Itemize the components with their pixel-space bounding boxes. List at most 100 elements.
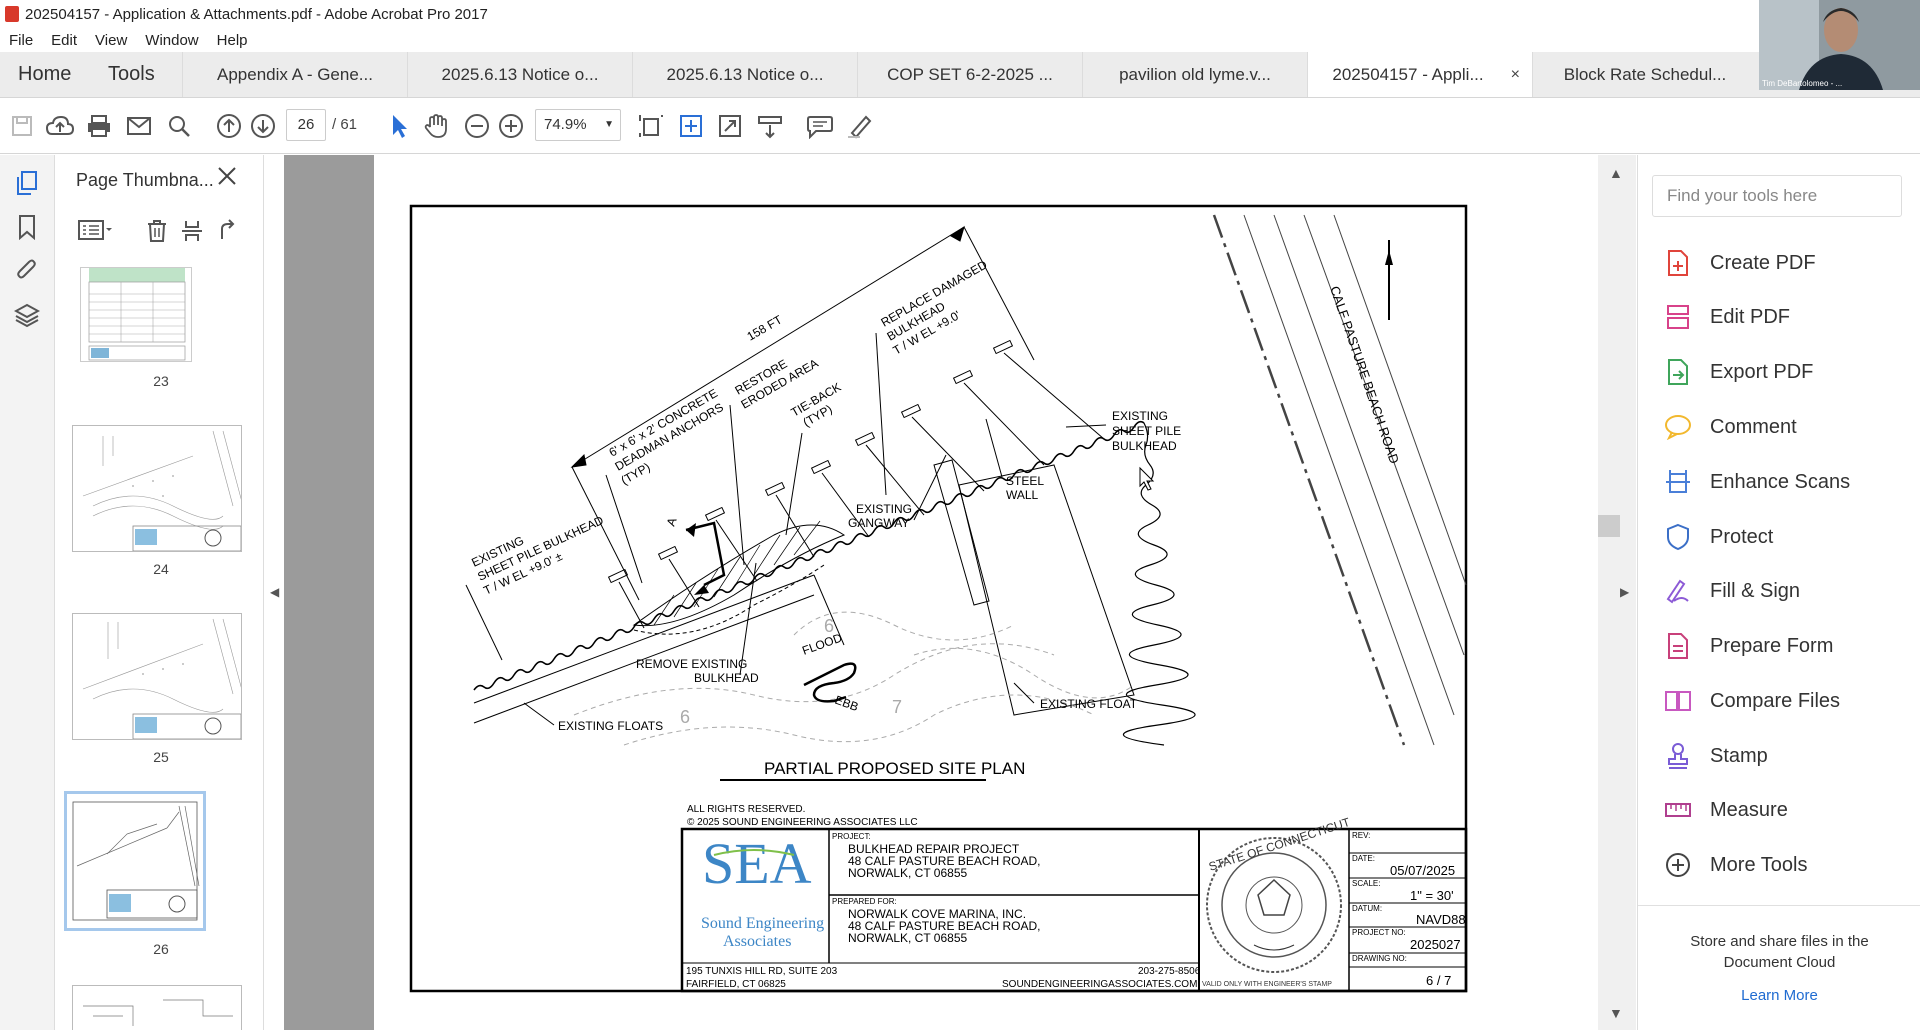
eroded-area	[632, 520, 846, 635]
document-scrollbar[interactable]: ▲ ▼	[1598, 155, 1636, 1030]
select-arrow-icon[interactable]	[385, 112, 413, 140]
learn-more-link[interactable]: Learn More	[1638, 987, 1920, 1004]
page-thumbnail[interactable]	[72, 425, 242, 552]
tools-pane: Find your tools here Create PDF Edit PDF…	[1637, 155, 1920, 1030]
callout-existing-bulkhead-right: EXISTING SHEET PILE BULKHEAD	[1112, 409, 1181, 453]
contour-label: 7	[892, 697, 902, 717]
protect-icon	[1662, 521, 1694, 553]
document-viewport: CALF PASTURE BEACH ROAD A 158 FT EXISTIN…	[284, 155, 1506, 1030]
attachment-paperclip-icon[interactable]	[13, 257, 41, 285]
search-icon[interactable]	[165, 112, 193, 140]
doc-tab[interactable]: 2025.6.13 Notice o...	[632, 52, 857, 97]
previous-page-icon[interactable]	[215, 112, 243, 140]
tool-enhance-scans[interactable]: Enhance Scans	[1662, 464, 1850, 500]
rotate-page-icon[interactable]	[216, 219, 238, 249]
svg-text:STEEL: STEEL	[1006, 474, 1044, 488]
collapse-right-pane-icon[interactable]: ▶	[1620, 585, 1629, 599]
pdf-page: CALF PASTURE BEACH ROAD A 158 FT EXISTIN…	[374, 155, 1506, 1030]
scroll-mode-icon[interactable]	[756, 112, 784, 140]
zoom-select[interactable]: 74.9% ▼	[535, 109, 621, 141]
tool-comment[interactable]: Comment	[1662, 409, 1797, 445]
north-arrow-icon	[1385, 240, 1393, 320]
callout-existing-float: EXISTING FLOAT	[1040, 697, 1138, 711]
doc-tab[interactable]: pavilion old lyme.v...	[1082, 52, 1307, 97]
tool-prepare-form[interactable]: Prepare Form	[1662, 628, 1833, 664]
datum-label: DATUM:	[1352, 904, 1382, 913]
flood-label: FLOOD	[800, 630, 844, 657]
compare-files-icon	[1662, 685, 1694, 717]
phone-number: 203-275-8506	[1138, 966, 1201, 977]
document-cloud-text: Store and share files in the Document Cl…	[1638, 931, 1920, 973]
doc-tab-label: 2025.6.13 Notice o...	[666, 64, 824, 84]
tool-more-tools[interactable]: More Tools	[1662, 847, 1807, 883]
company-name: Associates	[723, 933, 791, 950]
menu-view[interactable]: View	[86, 32, 136, 49]
close-panel-icon[interactable]	[216, 165, 238, 194]
hand-tool-icon[interactable]	[422, 112, 450, 140]
callout-steel-wall: STEEL WALL	[1006, 474, 1044, 502]
tool-label: Comment	[1710, 415, 1797, 438]
delete-page-icon[interactable]	[146, 219, 168, 249]
zoom-out-icon[interactable]	[463, 112, 491, 140]
tool-edit-pdf[interactable]: Edit PDF	[1662, 299, 1790, 335]
fit-page-icon[interactable]	[677, 112, 705, 140]
bookmark-icon[interactable]	[13, 213, 41, 241]
page-number-input[interactable]: 26	[286, 109, 326, 141]
tab-tools[interactable]: Tools	[90, 52, 182, 97]
drawing-no-label: DRAWING NO:	[1352, 954, 1407, 963]
full-screen-icon[interactable]	[716, 112, 744, 140]
tool-fill-sign[interactable]: Fill & Sign	[1662, 573, 1800, 609]
comment-bubble-icon[interactable]	[806, 112, 834, 140]
extract-pages-icon[interactable]	[180, 219, 204, 249]
page-layout-icon[interactable]	[637, 112, 665, 140]
tool-label: Edit PDF	[1710, 305, 1791, 328]
doc-tab[interactable]: Block Rate Schedul...	[1532, 52, 1757, 97]
plan-title: PARTIAL PROPOSED SITE PLAN	[764, 759, 1025, 778]
tab-home[interactable]: Home	[0, 52, 90, 97]
doc-tab-active[interactable]: 202504157 - Appli... ×	[1307, 52, 1532, 97]
tool-protect[interactable]: Protect	[1662, 519, 1773, 555]
doc-tab-label: Appendix A - Gene...	[217, 64, 373, 84]
page-thumbnail-active[interactable]	[64, 791, 206, 931]
svg-text:BULKHEAD: BULKHEAD	[1112, 439, 1177, 453]
doc-tab[interactable]: 2025.6.13 Notice o...	[407, 52, 632, 97]
datum-value: NAVD88	[1416, 912, 1466, 927]
thumbnail-options-icon[interactable]	[78, 219, 114, 247]
next-page-icon[interactable]	[249, 112, 277, 140]
tool-label: Protect	[1710, 525, 1774, 548]
tool-compare-files[interactable]: Compare Files	[1662, 683, 1840, 719]
rev-label: REV:	[1352, 831, 1370, 840]
scroll-thumb[interactable]	[1598, 515, 1620, 537]
zoom-in-icon[interactable]	[497, 112, 525, 140]
save-icon[interactable]	[8, 112, 36, 140]
scroll-up-icon[interactable]: ▲	[1609, 165, 1623, 181]
find-tools-input[interactable]: Find your tools here	[1652, 175, 1902, 217]
scroll-down-icon[interactable]: ▼	[1609, 1005, 1623, 1021]
close-tab-icon[interactable]: ×	[1511, 66, 1520, 84]
page-thumbnail[interactable]	[72, 985, 242, 1030]
doc-tab[interactable]: COP SET 6-2-2025 ...	[857, 52, 1082, 97]
page-thumbnail[interactable]	[72, 613, 242, 740]
email-icon[interactable]	[125, 112, 153, 140]
webcam-name-label: Tim DeBartolomeo - ...	[1762, 79, 1843, 88]
tool-create-pdf[interactable]: Create PDF	[1662, 245, 1816, 281]
page-thumbnail[interactable]	[80, 267, 192, 362]
menu-window[interactable]: Window	[136, 32, 207, 49]
collapse-left-pane-icon[interactable]: ◀	[270, 585, 279, 599]
tool-export-pdf[interactable]: Export PDF	[1662, 354, 1813, 390]
highlighter-pen-icon[interactable]	[846, 112, 874, 140]
upload-cloud-icon[interactable]	[46, 112, 74, 140]
layers-icon[interactable]	[13, 301, 41, 329]
menu-help[interactable]: Help	[208, 32, 257, 49]
tool-label: Measure	[1710, 798, 1788, 821]
doc-tab[interactable]: Appendix A - Gene...	[182, 52, 407, 97]
tool-stamp[interactable]: Stamp	[1662, 738, 1768, 774]
tool-measure[interactable]: Measure	[1662, 792, 1788, 828]
print-icon[interactable]	[85, 112, 113, 140]
svg-text:EXISTING: EXISTING	[856, 502, 912, 516]
webcam-video: Tim DeBartolomeo - ...	[1759, 0, 1920, 90]
tool-label: Prepare Form	[1710, 634, 1834, 657]
menu-file[interactable]: File	[0, 32, 42, 49]
menu-edit[interactable]: Edit	[42, 32, 86, 49]
page-thumbnails-icon[interactable]	[13, 169, 41, 197]
